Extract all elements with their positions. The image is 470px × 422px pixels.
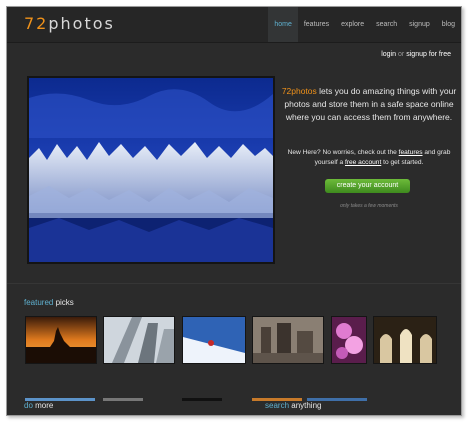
logo-number: 72 — [24, 14, 49, 33]
featured-rest: picks — [53, 298, 74, 307]
featured-thumb-flowers[interactable] — [331, 316, 367, 364]
auth-links: login or signup for free — [381, 51, 451, 58]
nav-features[interactable]: features — [298, 7, 335, 42]
nav-signup[interactable]: signup — [403, 7, 436, 42]
search-anything-heading: search anything — [265, 401, 321, 410]
nav-explore[interactable]: explore — [335, 7, 370, 42]
do-accent: do — [24, 401, 33, 410]
nav-search[interactable]: search — [370, 7, 403, 42]
featured-thumb-ruins[interactable] — [252, 316, 324, 364]
featured-accent: featured — [24, 298, 54, 307]
cta-note: only takes a few moments — [340, 203, 398, 209]
do-more-heading: do more — [24, 401, 53, 410]
main-nav: home features explore search signup blog — [268, 7, 461, 42]
featured-thumb-cathedral[interactable] — [373, 316, 437, 364]
search-rest: anything — [289, 401, 322, 410]
featured-thumb-sunset[interactable] — [25, 316, 97, 364]
nav-home[interactable]: home — [268, 7, 298, 42]
auth-or: or — [398, 51, 405, 58]
browser-frame: 72photos home features explore search si… — [6, 6, 462, 416]
featured-heading: featured picks — [24, 298, 74, 307]
signup-link[interactable]: signup for free — [406, 51, 451, 58]
thumb-strip-3 — [182, 398, 222, 401]
sub-pre: New Here? No worries, check out the — [287, 149, 399, 156]
site-logo[interactable]: 72photos — [24, 14, 115, 33]
featured-thumb-towers[interactable] — [103, 316, 175, 364]
intro-brand: 72photos — [281, 86, 317, 96]
free-account-link[interactable]: free account — [345, 159, 381, 166]
top-bar: 72photos home features explore search si… — [7, 7, 461, 43]
section-divider — [7, 283, 461, 284]
featured-thumb-skier[interactable] — [182, 316, 246, 364]
hero-intro: 72photos lets you do amazing things with… — [279, 85, 459, 124]
login-link[interactable]: login — [381, 51, 396, 58]
hero-subtext: New Here? No worries, check out the feat… — [285, 148, 453, 168]
search-accent: search — [265, 401, 290, 410]
logo-word: photos — [48, 14, 115, 33]
hero-photo — [27, 76, 275, 264]
do-rest: more — [32, 401, 54, 410]
create-account-button[interactable]: create your account — [325, 179, 410, 193]
sub-post: to get started. — [381, 159, 424, 166]
features-link[interactable]: features — [399, 149, 423, 156]
thumb-strip-2 — [103, 398, 143, 401]
nav-blog[interactable]: blog — [436, 7, 461, 42]
